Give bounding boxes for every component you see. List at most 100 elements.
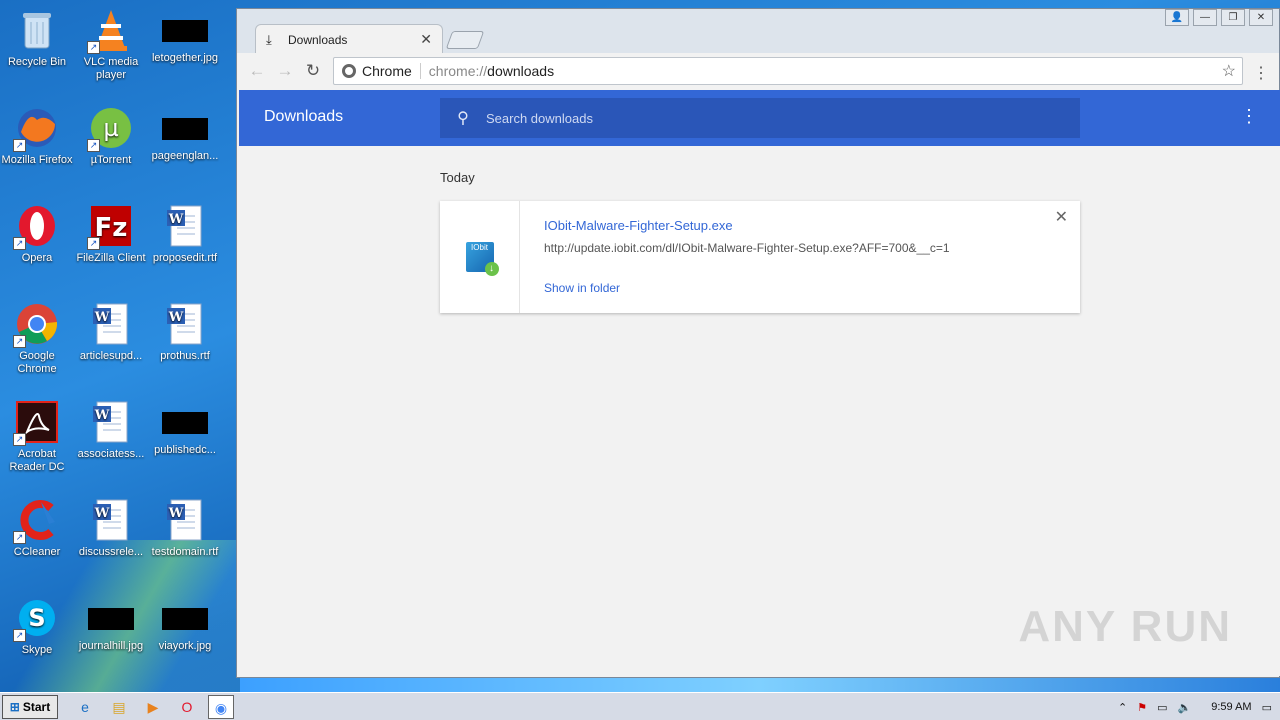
desktop-icon-testdomain[interactable]: W testdomain.rtf: [148, 494, 222, 559]
shortcut-arrow-icon: ↗: [87, 237, 100, 250]
more-actions-icon[interactable]: ⋮: [1240, 106, 1258, 127]
desktop-icon-label: FileZilla Client: [76, 252, 146, 264]
search-downloads-input[interactable]: ⚲ Search downloads: [440, 98, 1080, 138]
desktop-icon-label: proposedit.rtf: [152, 252, 218, 264]
svg-text:W: W: [168, 212, 184, 227]
desktop-icon-label: VLC media player: [83, 56, 139, 81]
address-site: Chrome: [362, 63, 421, 79]
desktop-icon-journalhill[interactable]: journalhill.jpg: [74, 592, 148, 653]
desktop-icon-label: letogether.jpg: [151, 52, 219, 64]
remove-download-icon[interactable]: ✕: [1055, 207, 1068, 227]
tray-expand-icon[interactable]: ⌃: [1118, 701, 1127, 714]
desktop-icon-letogether[interactable]: letogether.jpg: [148, 4, 222, 65]
show-desktop-icon[interactable]: ▭: [1262, 701, 1272, 714]
desktop-icon-viayork[interactable]: viayork.jpg: [148, 592, 222, 653]
svg-text:S: S: [28, 604, 45, 632]
taskbar-ie-icon[interactable]: e: [72, 695, 98, 719]
address-bar[interactable]: Chrome chrome:// downloads ☆: [333, 57, 1243, 85]
tab-strip: ⤓ Downloads ✕ 👤 — ❐ ✕: [237, 9, 1279, 54]
desktop-icon-label: articlesupd...: [79, 350, 143, 362]
desktop: Recycle Bin ↗ VLC media player letogethe…: [0, 0, 234, 692]
desktop-icon-label: Opera: [21, 252, 53, 264]
svg-text:W: W: [94, 506, 110, 521]
download-file-icon-column: IObit ↓: [440, 201, 520, 313]
desktop-icon-firefox[interactable]: ↗ Mozilla Firefox: [0, 102, 74, 167]
clock[interactable]: 9:59 AM: [1211, 701, 1251, 713]
iobit-file-icon: IObit ↓: [465, 242, 499, 276]
image-file-icon: [162, 118, 208, 140]
desktop-icon-chrome[interactable]: ↗ Google Chrome: [0, 298, 74, 376]
volume-icon[interactable]: 🔈: [1178, 701, 1192, 714]
image-file-icon: [162, 20, 208, 42]
desktop-icon-skype[interactable]: S ↗ Skype: [0, 592, 74, 657]
download-icon: ⤓: [266, 31, 272, 47]
tab-close-icon[interactable]: ✕: [420, 31, 432, 48]
forward-button[interactable]: →: [271, 61, 299, 81]
image-file-icon: [162, 412, 208, 434]
desktop-icon-label: associatess...: [77, 448, 145, 460]
show-in-folder-link[interactable]: Show in folder: [544, 281, 1056, 295]
desktop-icon-acrobat[interactable]: ↗ Acrobat Reader DC: [0, 396, 74, 474]
desktop-icon-associatess[interactable]: W associatess...: [74, 396, 148, 461]
word-doc-icon: W: [89, 302, 133, 346]
tab-downloads[interactable]: ⤓ Downloads ✕: [255, 24, 443, 54]
shortcut-arrow-icon: ↗: [13, 433, 26, 446]
download-url: http://update.iobit.com/dl/IObit-Malware…: [544, 241, 950, 255]
wallpaper-streak-bottom: [240, 676, 1280, 692]
svg-text:W: W: [94, 310, 110, 325]
minimize-button[interactable]: —: [1193, 9, 1217, 26]
word-doc-icon: W: [163, 302, 207, 346]
shortcut-arrow-icon: ↗: [87, 139, 100, 152]
taskbar-opera-icon[interactable]: O: [174, 695, 200, 719]
desktop-icon-articlesupd[interactable]: W articlesupd...: [74, 298, 148, 363]
desktop-icon-pageenglan[interactable]: pageenglan...: [148, 102, 222, 163]
taskbar-explorer-icon[interactable]: ▤: [106, 695, 132, 719]
vlc-icon: ↗: [87, 8, 133, 54]
desktop-icon-label: Google Chrome: [17, 350, 57, 375]
desktop-icon-utorrent[interactable]: µ ↗ µTorrent: [74, 102, 148, 167]
browser-toolbar: ← → ↻ Chrome chrome:// downloads ☆ ⋮: [237, 53, 1279, 89]
desktop-icon-label: publishedc...: [154, 444, 216, 456]
profile-icon[interactable]: 👤: [1165, 9, 1189, 26]
desktop-icon-opera[interactable]: ↗ Opera: [0, 200, 74, 265]
desktop-icon-ccleaner[interactable]: ↗ CCleaner: [0, 494, 74, 559]
desktop-icon-label: Recycle Bin: [7, 56, 67, 68]
recycle-bin-icon: [15, 8, 59, 52]
desktop-icon-prothus[interactable]: W prothus.rtf: [148, 298, 222, 363]
desktop-icon-label: Skype: [21, 644, 53, 656]
desktop-icon-publishedc[interactable]: publishedc...: [148, 396, 222, 457]
address-path: downloads: [487, 63, 555, 79]
chrome-icon: ↗: [13, 302, 59, 348]
svg-text:µ: µ: [103, 114, 118, 142]
desktop-icon-filezilla[interactable]: Fz ↗ FileZilla Client: [74, 200, 148, 265]
desktop-icon-discussrele[interactable]: W discussrele...: [74, 494, 148, 559]
taskbar: ⊞ Start e ▤ ▶ O ◉ ⌃ ⚑ ▭ 🔈 9:59 AM ▭: [0, 692, 1280, 720]
word-doc-icon: W: [163, 204, 207, 248]
utorrent-icon: µ ↗: [87, 106, 133, 152]
back-button[interactable]: ←: [243, 61, 271, 81]
downloads-list: Today IObit ↓ IObit-Malware-Fighter-Setu…: [239, 146, 1280, 676]
start-button[interactable]: ⊞ Start: [2, 694, 58, 719]
bookmark-star-icon[interactable]: ☆: [1222, 61, 1236, 81]
action-center-icon[interactable]: ⚑: [1137, 701, 1147, 714]
reload-button[interactable]: ↻: [299, 61, 327, 81]
svg-text:W: W: [94, 408, 110, 423]
download-item: IObit ↓ IObit-Malware-Fighter-Setup.exe …: [440, 201, 1080, 313]
close-window-button[interactable]: ✕: [1249, 9, 1273, 26]
desktop-icon-label: journalhill.jpg: [78, 640, 144, 652]
download-filename-link[interactable]: IObit-Malware-Fighter-Setup.exe: [544, 218, 1056, 233]
desktop-icon-recycle-bin[interactable]: Recycle Bin: [0, 4, 74, 69]
chrome-page-icon: [342, 64, 356, 78]
desktop-icon-proposedit[interactable]: W proposedit.rtf: [148, 200, 222, 265]
taskbar-media-player-icon[interactable]: ▶: [140, 695, 166, 719]
desktop-icon-label: prothus.rtf: [160, 350, 210, 362]
new-tab-button[interactable]: [445, 31, 485, 49]
download-arrow-icon: ↓: [484, 262, 499, 276]
shortcut-arrow-icon: ↗: [13, 531, 26, 544]
network-icon[interactable]: ▭: [1157, 701, 1167, 714]
word-doc-icon: W: [163, 498, 207, 542]
chrome-menu-icon[interactable]: ⋮: [1253, 63, 1269, 83]
desktop-icon-vlc[interactable]: ↗ VLC media player: [74, 4, 148, 82]
restore-button[interactable]: ❐: [1221, 9, 1245, 26]
taskbar-chrome-icon[interactable]: ◉: [208, 694, 234, 719]
